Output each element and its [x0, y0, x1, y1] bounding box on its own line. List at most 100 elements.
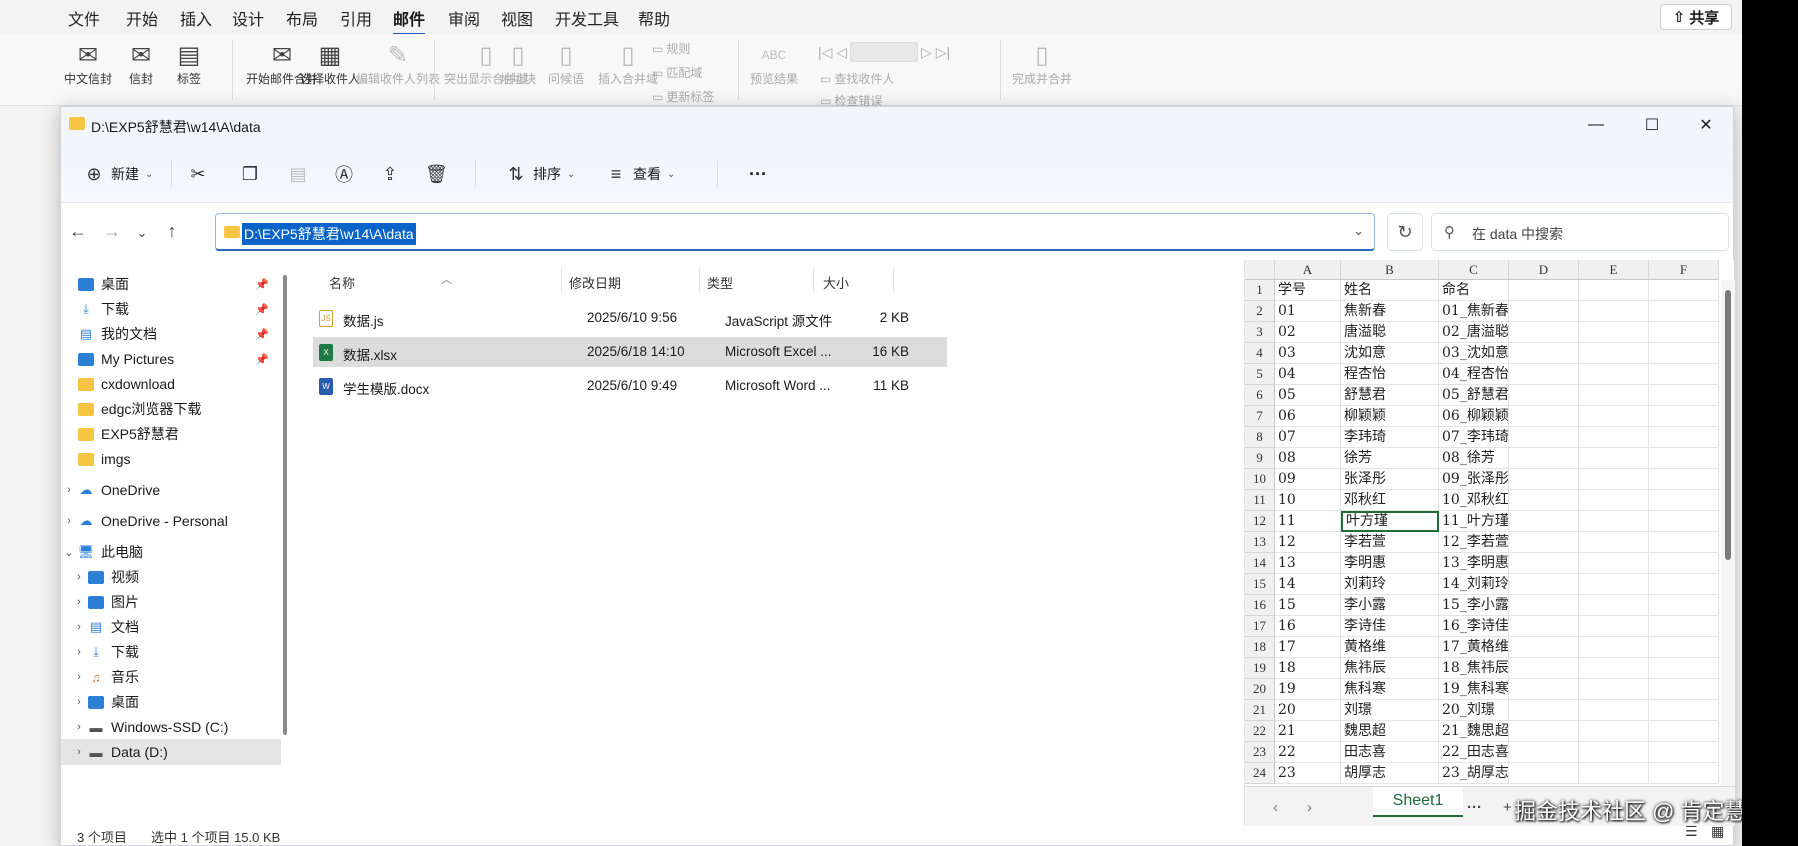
cell[interactable]: 命名 [1439, 280, 1509, 301]
cell[interactable] [1509, 343, 1579, 364]
row-header[interactable]: 23 [1245, 742, 1275, 763]
cell[interactable] [1649, 448, 1719, 469]
cell[interactable] [1579, 742, 1649, 763]
sheet-tab-sheet1[interactable]: Sheet1 [1373, 787, 1463, 817]
cell[interactable] [1579, 511, 1649, 532]
column-header[interactable]: C [1439, 260, 1509, 280]
cell[interactable] [1579, 490, 1649, 511]
cell[interactable] [1509, 763, 1579, 784]
cell[interactable] [1509, 595, 1579, 616]
column-header[interactable]: E [1579, 260, 1649, 280]
cell[interactable] [1649, 637, 1719, 658]
cell[interactable] [1579, 469, 1649, 490]
cell[interactable]: 15 [1275, 595, 1341, 616]
cell[interactable]: 14 [1275, 574, 1341, 595]
file-row[interactable]: JS 数据.js 2025/6/10 9:56 JavaScript 源文件 2… [313, 303, 947, 333]
vertical-scrollbar[interactable] [1721, 280, 1735, 786]
chevron-right-icon[interactable]: › [71, 571, 87, 583]
cell[interactable] [1579, 616, 1649, 637]
back-button[interactable]: ← [65, 221, 91, 242]
cell[interactable] [1649, 490, 1719, 511]
cell[interactable]: 01 [1275, 301, 1341, 322]
column-header-date[interactable]: 修改日期 [569, 273, 621, 292]
rules-button[interactable]: ▭ 规则 [652, 40, 690, 57]
column-header[interactable]: F [1649, 260, 1719, 280]
sidebar-item-desktop-pc[interactable]: › 桌面 [61, 689, 281, 715]
cell[interactable] [1649, 616, 1719, 637]
cell[interactable] [1509, 448, 1579, 469]
labels-button[interactable]: ▤ 标签 [172, 40, 206, 87]
sidebar-item-my-pictures[interactable]: My Pictures 📌 [61, 346, 281, 372]
tab-layout[interactable]: 布局 [286, 6, 318, 30]
cell[interactable]: 16_李诗佳 [1439, 616, 1509, 637]
address-block-button[interactable]: ▯ 地址块 [500, 40, 536, 87]
row-header[interactable]: 13 [1245, 532, 1275, 553]
row-header[interactable]: 12 [1245, 511, 1275, 532]
cell[interactable]: 黄格维 [1341, 637, 1439, 658]
row-header[interactable]: 18 [1245, 637, 1275, 658]
chevron-down-icon[interactable]: ⌄ [61, 546, 77, 559]
view-button[interactable]: ≡ 查看 ⌄ [605, 161, 676, 187]
cell[interactable] [1579, 595, 1649, 616]
sidebar-item-imgs[interactable]: imgs [61, 446, 281, 472]
record-number-input[interactable] [850, 42, 919, 62]
cell[interactable] [1649, 658, 1719, 679]
maximize-button[interactable]: ☐ [1629, 111, 1675, 139]
cell[interactable] [1649, 322, 1719, 343]
cell[interactable]: 程杏怡 [1341, 364, 1439, 385]
row-header[interactable]: 1 [1245, 280, 1275, 301]
cell[interactable]: 23 [1275, 763, 1341, 784]
row-header[interactable]: 8 [1245, 427, 1275, 448]
file-row[interactable]: X 数据.xlsx 2025/6/18 14:10 Microsoft Exce… [313, 337, 947, 367]
recent-locations-button[interactable]: ⌄ [129, 225, 155, 241]
sidebar-item-downloads[interactable]: ⤓ 下载 📌 [61, 296, 281, 322]
tab-file[interactable]: 文件 [68, 6, 100, 30]
cell[interactable]: 01_焦新春 [1439, 301, 1509, 322]
cell[interactable]: 08_徐芳 [1439, 448, 1509, 469]
column-divider[interactable] [813, 267, 814, 293]
sidebar-item-onedrive-personal[interactable]: › ☁ OneDrive - Personal [61, 508, 281, 534]
cell[interactable]: 07_李玮琦 [1439, 427, 1509, 448]
cell[interactable]: 10 [1275, 490, 1341, 511]
cell[interactable] [1509, 490, 1579, 511]
cell[interactable] [1509, 322, 1579, 343]
sidebar-item-videos[interactable]: › 视频 [61, 564, 281, 590]
sidebar-item-cxdownload[interactable]: cxdownload [61, 371, 281, 397]
cell[interactable]: 焦祎辰 [1341, 658, 1439, 679]
cell[interactable] [1509, 742, 1579, 763]
cell[interactable] [1579, 637, 1649, 658]
more-sheets-button[interactable]: ··· [1467, 799, 1482, 816]
column-divider[interactable] [893, 267, 894, 293]
cell[interactable]: 11 [1275, 511, 1341, 532]
cell[interactable] [1579, 700, 1649, 721]
tab-references[interactable]: 引用 [340, 6, 372, 30]
cell[interactable] [1579, 574, 1649, 595]
cell[interactable]: 魏思超 [1341, 721, 1439, 742]
select-all-corner[interactable] [1245, 260, 1275, 280]
cell[interactable] [1579, 343, 1649, 364]
chinese-envelope-button[interactable]: ✉ 中文信封 [64, 40, 112, 87]
new-button[interactable]: ⊕ 新建 ⌄ [83, 161, 153, 187]
cell[interactable]: 11_叶方瑾 [1439, 511, 1509, 532]
cell[interactable]: 20_刘璟 [1439, 700, 1509, 721]
row-header[interactable]: 22 [1245, 721, 1275, 742]
cell[interactable] [1509, 574, 1579, 595]
cell[interactable] [1649, 700, 1719, 721]
update-labels-button[interactable]: ▭ 更新标签 [652, 88, 714, 105]
cell[interactable] [1579, 679, 1649, 700]
chevron-right-icon[interactable]: › [71, 671, 87, 683]
chevron-right-icon[interactable]: › [71, 721, 87, 733]
previous-sheet-icon[interactable]: ‹ [1273, 799, 1278, 816]
sidebar-item-downloads-pc[interactable]: › ⤓ 下载 [61, 639, 281, 665]
row-header[interactable]: 21 [1245, 700, 1275, 721]
cell[interactable] [1579, 448, 1649, 469]
cell[interactable] [1509, 301, 1579, 322]
cell[interactable] [1649, 679, 1719, 700]
cell[interactable]: 刘莉玲 [1341, 574, 1439, 595]
cell[interactable] [1649, 343, 1719, 364]
cell[interactable]: 04_程杏怡 [1439, 364, 1509, 385]
preview-results-button[interactable]: ABC 预览结果 [750, 40, 798, 87]
row-header[interactable]: 11 [1245, 490, 1275, 511]
cell[interactable] [1509, 616, 1579, 637]
row-header[interactable]: 20 [1245, 679, 1275, 700]
